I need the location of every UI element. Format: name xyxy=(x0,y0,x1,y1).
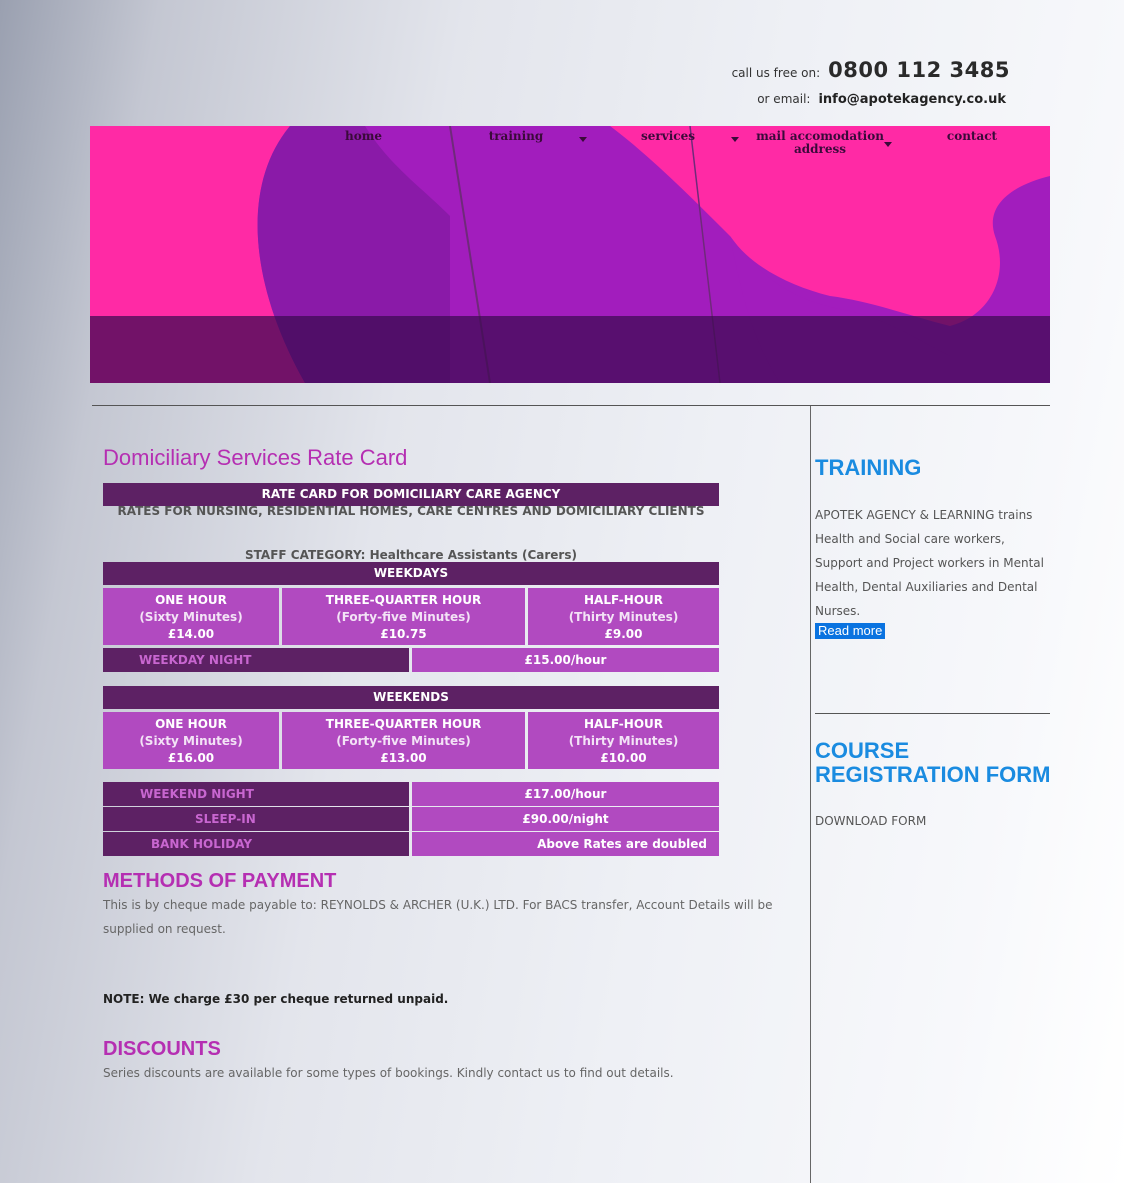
discounts-text: Series discounts are available for some … xyxy=(103,1066,674,1080)
weekends-header: WEEKENDS xyxy=(103,686,719,709)
weekday-three-quarter-cell: THREE-QUARTER HOUR (Forty-five Minutes) … xyxy=(282,588,525,645)
email-label: or email: xyxy=(757,92,811,106)
training-text: APOTEK AGENCY & LEARNING trains Health a… xyxy=(815,508,1044,618)
nav-home[interactable]: home xyxy=(345,130,382,143)
extras-table: WEEKEND NIGHT £17.00/hour SLEEP-IN £90.0… xyxy=(103,782,719,856)
bank-holiday-row: BANK HOLIDAY Above Rates are doubled xyxy=(103,832,719,856)
nav-services[interactable]: services xyxy=(640,130,696,143)
cell-price: £13.00 xyxy=(380,751,427,765)
weekend-night-row: WEEKEND NIGHT £17.00/hour xyxy=(103,782,719,806)
payment-heading: METHODS OF PAYMENT xyxy=(103,870,337,892)
cell-price: £10.00 xyxy=(600,751,647,765)
weekend-night-price: £17.00/hour xyxy=(412,782,719,806)
weekend-half-hour-cell: HALF-HOUR (Thirty Minutes) £10.00 xyxy=(528,712,719,769)
cell-title: ONE HOUR xyxy=(155,593,227,607)
sidebar-divider xyxy=(810,406,811,1183)
rate-card-heading: RATE CARD FOR DOMICILIARY CARE AGENCY xyxy=(103,483,719,506)
main-nav: home training services mail accomodation… xyxy=(90,126,1050,166)
cell-sub: (Forty-five Minutes) xyxy=(336,734,471,748)
hero-banner: home training services mail accomodation… xyxy=(90,126,1050,383)
weekend-three-quarter-cell: THREE-QUARTER HOUR (Forty-five Minutes) … xyxy=(282,712,525,769)
weekday-night-label: WEEKDAY NIGHT xyxy=(103,648,409,672)
email-row: or email: info@apotekagency.co.uk xyxy=(732,92,1010,107)
nav-mail-accommodation[interactable]: mail accomodation address xyxy=(754,130,886,156)
discounts-heading: DISCOUNTS xyxy=(103,1038,221,1060)
weekday-half-hour-cell: HALF-HOUR (Thirty Minutes) £9.00 xyxy=(528,588,719,645)
bank-holiday-value: Above Rates are doubled xyxy=(412,832,719,856)
chevron-down-icon[interactable] xyxy=(579,137,587,142)
cell-sub: (Sixty Minutes) xyxy=(139,734,243,748)
weekend-night-label: WEEKEND NIGHT xyxy=(103,782,409,806)
rate-card-subheading: RATES FOR NURSING, RESIDENTIAL HOMES, CA… xyxy=(117,504,705,518)
course-line2: REGISTRATION FORM xyxy=(815,762,1051,787)
cell-title: HALF-HOUR xyxy=(583,593,663,607)
sidebar-separator xyxy=(815,713,1050,714)
course-line1: COURSE xyxy=(815,738,910,763)
weekdays-header: WEEKDAYS xyxy=(103,562,719,585)
weekday-night-price: £15.00/hour xyxy=(412,648,719,672)
weekday-night-row: WEEKDAY NIGHT £15.00/hour xyxy=(103,648,719,672)
cell-price: £10.75 xyxy=(380,627,427,641)
header-contact: call us free on: 0800 112 3485 or email:… xyxy=(732,58,1010,107)
cell-title: THREE-QUARTER HOUR xyxy=(325,593,482,607)
weekends-table: WEEKENDS ONE HOUR (Sixty Minutes) £16.00… xyxy=(103,686,719,769)
nav-mail-line2: address xyxy=(793,142,847,156)
call-label: call us free on: xyxy=(731,66,821,80)
email-link[interactable]: info@apotekagency.co.uk xyxy=(818,92,1006,107)
phone-row: call us free on: 0800 112 3485 xyxy=(732,58,1010,82)
cell-sub: (Thirty Minutes) xyxy=(568,610,679,624)
phone-number[interactable]: 0800 112 3485 xyxy=(828,58,1010,82)
cell-title: ONE HOUR xyxy=(155,717,227,731)
nav-contact[interactable]: contact xyxy=(942,130,1002,143)
sleep-in-price: £90.00/night xyxy=(412,807,719,831)
sleep-in-row: SLEEP-IN £90.00/night xyxy=(103,807,719,831)
payment-note: NOTE: We charge £30 per cheque returned … xyxy=(103,992,449,1006)
course-registration-heading: COURSE REGISTRATION FORM xyxy=(815,739,1050,787)
cell-sub: (Sixty Minutes) xyxy=(139,610,243,624)
cell-title: THREE-QUARTER HOUR xyxy=(325,717,482,731)
weekend-one-hour-cell: ONE HOUR (Sixty Minutes) £16.00 xyxy=(103,712,279,769)
training-heading: TRAINING xyxy=(815,455,922,480)
chevron-down-icon[interactable] xyxy=(731,137,739,142)
download-form-link[interactable]: DOWNLOAD FORM xyxy=(815,814,926,828)
nav-training[interactable]: training xyxy=(488,130,544,143)
weekend-rates-row: ONE HOUR (Sixty Minutes) £16.00 THREE-QU… xyxy=(103,712,719,769)
cell-sub: (Forty-five Minutes) xyxy=(336,610,471,624)
staff-category: STAFF CATEGORY: Healthcare Assistants (C… xyxy=(245,548,577,562)
weekday-one-hour-cell: ONE HOUR (Sixty Minutes) £14.00 xyxy=(103,588,279,645)
content-divider xyxy=(92,405,1050,406)
cell-price: £9.00 xyxy=(604,627,643,641)
cell-price: £16.00 xyxy=(167,751,215,765)
cell-sub: (Thirty Minutes) xyxy=(568,734,679,748)
bank-holiday-label: BANK HOLIDAY xyxy=(103,832,409,856)
sleep-in-label: SLEEP-IN xyxy=(103,807,409,831)
banner-overlay xyxy=(90,316,1050,383)
weekdays-table: STAFF CATEGORY: Healthcare Assistants (C… xyxy=(103,548,719,672)
weekday-rates-row: ONE HOUR (Sixty Minutes) £14.00 THREE-QU… xyxy=(103,588,719,645)
cell-title: HALF-HOUR xyxy=(583,717,663,731)
chevron-down-icon[interactable] xyxy=(884,142,892,147)
cell-price: £14.00 xyxy=(167,627,215,641)
read-more-link[interactable]: Read more xyxy=(815,623,886,639)
page-title: Domiciliary Services Rate Card xyxy=(103,445,408,470)
payment-text: This is by cheque made payable to: REYNO… xyxy=(103,898,773,936)
rate-card-header: RATE CARD FOR DOMICILIARY CARE AGENCY RA… xyxy=(103,483,719,518)
